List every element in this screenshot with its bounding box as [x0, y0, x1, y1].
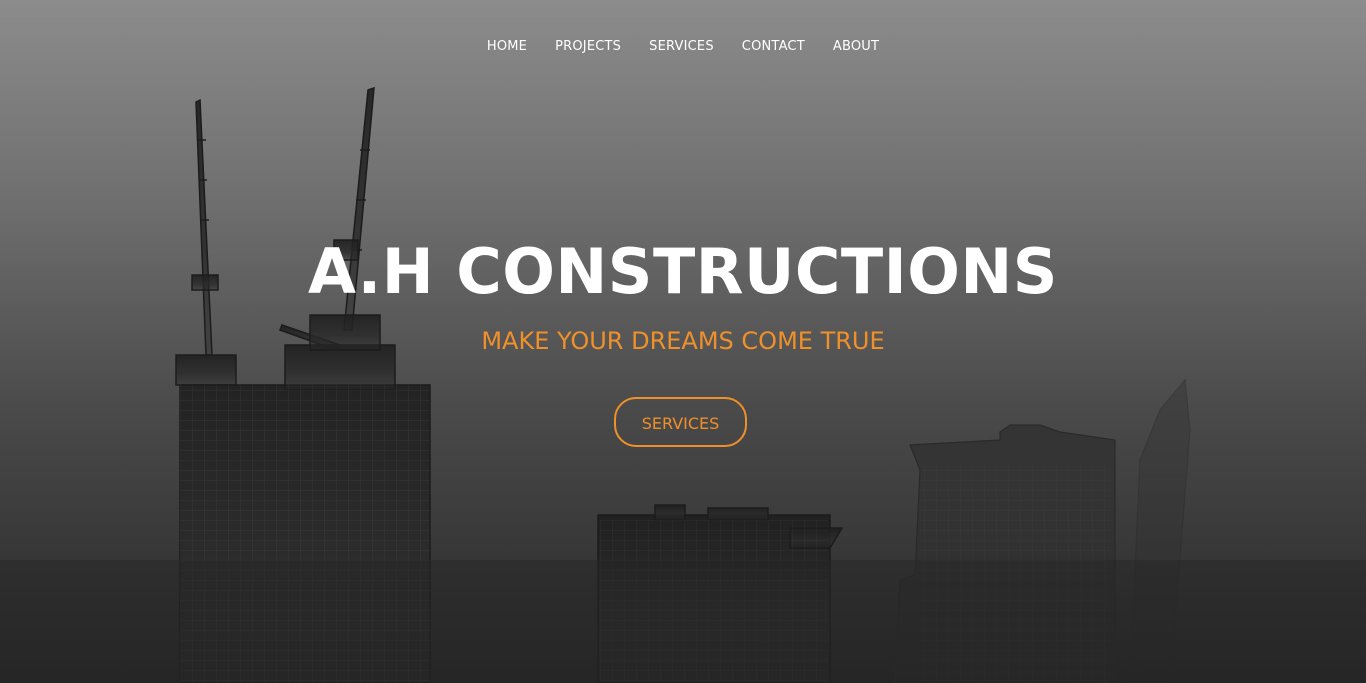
nav-link-projects[interactable]: PROJECTS [555, 38, 621, 56]
hero-tagline: MAKE YOUR DREAMS COME TRUE [481, 327, 885, 355]
nav-link-contact[interactable]: CONTACT [742, 38, 805, 56]
hero-title: A.H CONSTRUCTIONS [308, 235, 1058, 308]
nav-link-home[interactable]: HOME [487, 38, 527, 56]
hero-section: HOME PROJECTS SERVICES CONTACT ABOUT A.H… [0, 0, 1366, 683]
nav-link-services[interactable]: SERVICES [649, 38, 714, 56]
services-button[interactable]: SERVICES [614, 397, 747, 447]
nav-link-about[interactable]: ABOUT [833, 38, 879, 56]
main-nav: HOME PROJECTS SERVICES CONTACT ABOUT [0, 38, 1366, 56]
